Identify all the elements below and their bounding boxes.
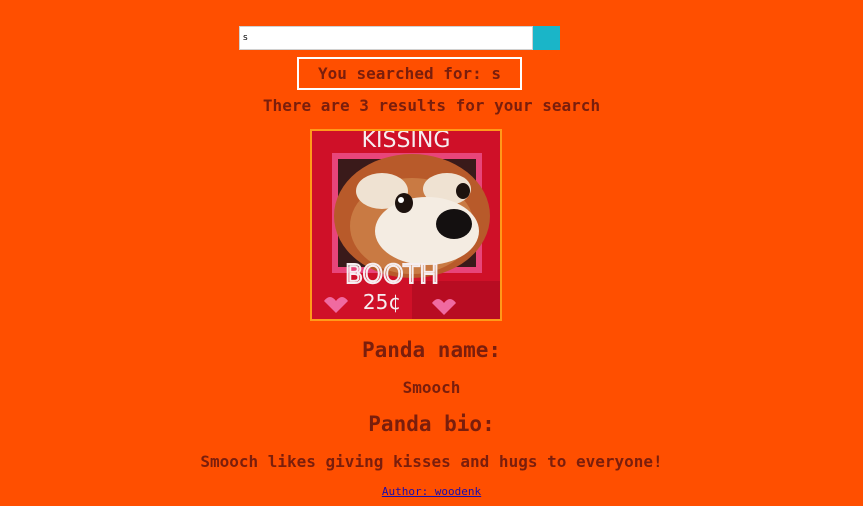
panda-photo-art: KISSING BOOTH 25¢ — [312, 131, 500, 319]
panda-photo: KISSING BOOTH 25¢ — [310, 129, 502, 321]
sign-top-text: KISSING — [362, 131, 451, 153]
search-button[interactable] — [533, 26, 560, 50]
search-form — [239, 26, 560, 50]
searched-for-label: You searched for: s — [297, 57, 522, 90]
author-link[interactable]: Author: woodenk — [382, 485, 481, 498]
results-count-text: There are 3 results for your search — [262, 96, 601, 115]
panda-bio-value: Smooch likes giving kisses and hugs to e… — [200, 452, 663, 471]
panda-bio-heading: Panda bio: — [368, 412, 495, 436]
search-input[interactable] — [239, 26, 533, 50]
sign-bottom-text: BOOTH — [345, 260, 439, 290]
sign-price-text: 25¢ — [363, 290, 401, 314]
page: You searched for: s There are 3 results … — [0, 0, 863, 506]
panda-name-value: Smooch — [402, 378, 461, 397]
panda-name-heading: Panda name: — [361, 338, 502, 362]
author-row: Author: woodenk — [0, 485, 863, 498]
